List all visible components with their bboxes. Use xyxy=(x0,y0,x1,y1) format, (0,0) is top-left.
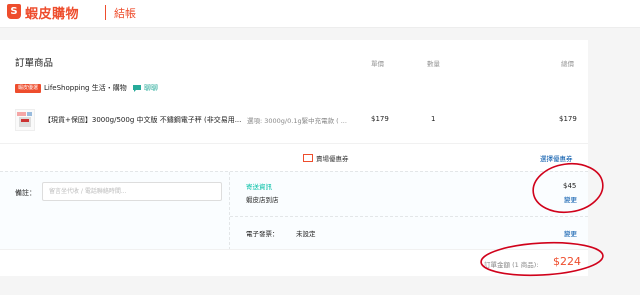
product-unit-price: $179 xyxy=(371,115,389,123)
section-divider xyxy=(229,172,230,250)
order-card: 訂單商品 單價 數量 總價 蝦皮優選 LifeShopping 生活・購物 聊聊… xyxy=(0,40,588,276)
select-coupon-link[interactable]: 選擇優惠券 xyxy=(540,153,573,163)
section-title: 訂單商品 xyxy=(15,58,54,69)
note-label: 備註： xyxy=(15,189,36,197)
product-name[interactable]: 【現貨+保固】3000g/500g 中文版 不鏽鋼電子秤 (非交易用... xyxy=(44,115,241,125)
e-invoice-value: 未設定 xyxy=(296,230,316,238)
coupon-row: 賣場優惠券 選擇優惠券 xyxy=(0,143,588,171)
shopee-bag-icon[interactable]: S xyxy=(7,4,21,19)
shipping-method: 蝦皮店到店 xyxy=(246,196,279,204)
top-bar: S 蝦皮購物 結帳 xyxy=(0,0,640,28)
shipping-fee: $45 xyxy=(563,182,577,190)
product-subtotal: $179 xyxy=(559,115,577,123)
page-title: 結帳 xyxy=(114,7,136,20)
shop-name[interactable]: LifeShopping 生活・購物 xyxy=(44,83,127,93)
order-total-label: 訂單金額 (1 商品): xyxy=(484,261,539,269)
e-invoice-label: 電子發票： xyxy=(246,230,279,238)
chat-button[interactable]: 聊聊 xyxy=(144,83,158,93)
coupon-icon xyxy=(303,154,313,162)
column-subtotal: 總價 xyxy=(561,60,574,68)
header-divider xyxy=(105,5,106,20)
product-variant: 選項: 3000g/0.1g緊中充電款 ( ... xyxy=(247,117,347,125)
invoice-divider xyxy=(230,216,588,217)
shipping-info-label: 寄送資訊 xyxy=(246,183,272,191)
chat-icon[interactable] xyxy=(132,84,142,92)
brand-name[interactable]: 蝦皮購物 xyxy=(25,3,79,22)
order-total-row: 訂單金額 (1 商品): $224 xyxy=(0,249,588,276)
product-quantity: 1 xyxy=(431,115,436,123)
scale-image-icon xyxy=(17,112,32,127)
note-input[interactable] xyxy=(42,182,222,201)
column-quantity: 數量 xyxy=(427,60,440,68)
column-unit-price: 單價 xyxy=(371,60,384,68)
order-total-value: $224 xyxy=(553,255,581,268)
shop-coupon-label: 賣場優惠券 xyxy=(316,155,349,163)
shipping-section: 備註： 寄送資訊 蝦皮店到店 $45 變更 電子發票： 未設定 變更 xyxy=(0,171,588,250)
product-thumbnail[interactable] xyxy=(15,109,35,131)
change-shipping-link[interactable]: 變更 xyxy=(564,194,577,204)
change-invoice-link[interactable]: 變更 xyxy=(564,228,577,238)
preferred-badge: 蝦皮優選 xyxy=(15,84,41,93)
